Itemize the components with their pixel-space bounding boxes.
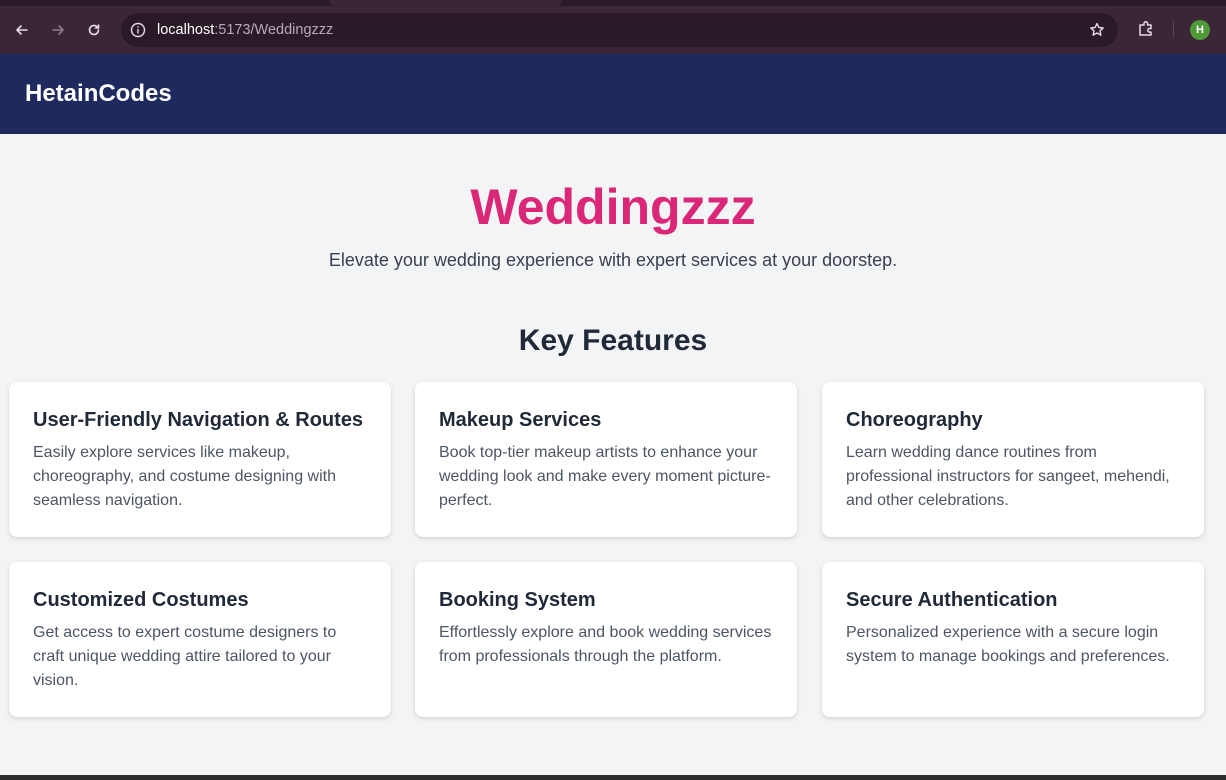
hero-title: Weddingzzz	[470, 179, 756, 235]
address-bar[interactable]: localhost:5173/Weddingzzz	[121, 13, 1118, 47]
address-url[interactable]: localhost:5173/Weddingzzz	[157, 21, 333, 39]
feature-card-title: Makeup Services	[439, 409, 602, 431]
hero-subtitle: Elevate your wedding experience with exp…	[328, 250, 898, 270]
footer-edge	[0, 775, 1226, 780]
feature-card: Choreography Learn wedding dance routine…	[822, 382, 1204, 537]
reload-icon	[88, 24, 100, 36]
url-path: :5173/Weddingzzz	[214, 22, 334, 38]
url-host: localhost	[157, 22, 215, 38]
reload-button[interactable]	[81, 17, 107, 43]
feature-card-title: Secure Authentication	[846, 589, 1058, 611]
feature-card-description: Get access to expert costume designers t…	[33, 624, 337, 689]
site-header: HetainCodes	[0, 54, 1226, 134]
brand-logo-text[interactable]: HetainCodes	[25, 80, 172, 108]
browser-toolbar: localhost:5173/Weddingzzz H	[0, 0, 1226, 54]
feature-card-description: Personalized experience with a secure lo…	[846, 624, 1170, 665]
extensions-icon[interactable]	[1136, 19, 1156, 39]
forward-button[interactable]	[45, 17, 71, 43]
tab-strip	[0, 0, 1226, 6]
back-arrow-icon	[16, 25, 28, 35]
feature-card: Booking System Effortlessly explore and …	[415, 562, 797, 717]
feature-card-title: User-Friendly Navigation & Routes	[33, 409, 364, 431]
feature-card-title: Booking System	[439, 589, 596, 611]
back-button[interactable]	[9, 17, 35, 43]
feature-card-title: Choreography	[846, 409, 983, 431]
feature-card: Secure Authentication Personalized exper…	[822, 562, 1204, 717]
feature-card-description: Easily explore services like makeup, cho…	[33, 444, 336, 509]
profile-avatar[interactable]: H	[1190, 20, 1210, 40]
site-info-icon[interactable]	[129, 21, 147, 39]
feature-card-description: Book top-tier makeup artists to enhance …	[439, 444, 771, 509]
features-heading: Key Features	[518, 324, 708, 357]
feature-card: Makeup Services Book top-tier makeup art…	[415, 382, 797, 537]
feature-card: Customized Costumes Get access to expert…	[9, 562, 391, 717]
bookmark-star-icon[interactable]	[1088, 21, 1106, 39]
forward-arrow-icon	[52, 25, 64, 35]
toolbar-divider	[1173, 21, 1174, 37]
feature-card-description: Effortlessly explore and book wedding se…	[439, 624, 772, 665]
feature-card-title: Customized Costumes	[33, 589, 249, 611]
active-tab[interactable]	[330, 0, 562, 6]
feature-card: User-Friendly Navigation & Routes Easily…	[9, 382, 391, 537]
feature-card-description: Learn wedding dance routines from profes…	[846, 444, 1170, 509]
